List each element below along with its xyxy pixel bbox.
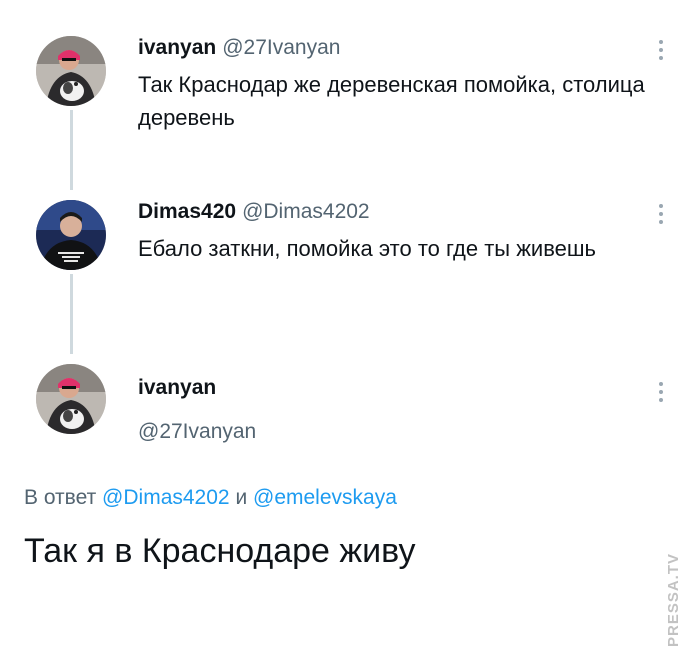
handle[interactable]: @Dimas4202 xyxy=(242,200,370,223)
avatar-photo-icon xyxy=(36,364,106,434)
avatar-photo-icon xyxy=(36,36,106,106)
tweet-header: Dimas420 @Dimas4202 xyxy=(138,200,370,224)
thread-line xyxy=(70,274,73,354)
avatar-photo-icon xyxy=(36,200,106,270)
thread-line xyxy=(70,110,73,190)
more-options-icon[interactable] xyxy=(656,382,666,406)
more-options-icon[interactable] xyxy=(656,204,666,228)
display-name-row: ivanyan xyxy=(138,376,216,400)
handle-row: @27Ivanyan xyxy=(138,420,256,444)
reply-joiner: и xyxy=(235,486,248,509)
more-options-icon[interactable] xyxy=(656,40,666,64)
tweet-header: ivanyan @27Ivanyan xyxy=(138,36,340,60)
watermark-logo-icon: PRESSA.TV xyxy=(666,553,682,647)
svg-text:PRESSA.TV: PRESSA.TV xyxy=(666,553,682,647)
tweet-text: Так Краснодар же деревенская помойка, ст… xyxy=(138,72,645,130)
avatar[interactable] xyxy=(36,36,106,106)
watermark: PRESSA.TV xyxy=(666,545,690,650)
mention-link[interactable]: @emelevskaya xyxy=(253,486,397,509)
main-tweet-text: Так я в Краснодаре живу xyxy=(24,532,416,570)
mention-link[interactable]: @Dimas4202 xyxy=(102,486,230,509)
avatar[interactable] xyxy=(36,364,106,434)
reply-prefix: В ответ xyxy=(24,486,97,509)
display-name[interactable]: Dimas420 xyxy=(138,200,236,223)
display-name[interactable]: ivanyan xyxy=(138,376,216,399)
avatar[interactable] xyxy=(36,200,106,270)
handle[interactable]: @27Ivanyan xyxy=(138,420,256,443)
tweet-text: Ебало заткни, помойка это то где ты живе… xyxy=(138,236,597,261)
handle[interactable]: @27Ivanyan xyxy=(222,36,340,59)
display-name[interactable]: ivanyan xyxy=(138,36,216,59)
reply-context: В ответ @Dimas4202 и @emelevskaya xyxy=(24,486,397,510)
